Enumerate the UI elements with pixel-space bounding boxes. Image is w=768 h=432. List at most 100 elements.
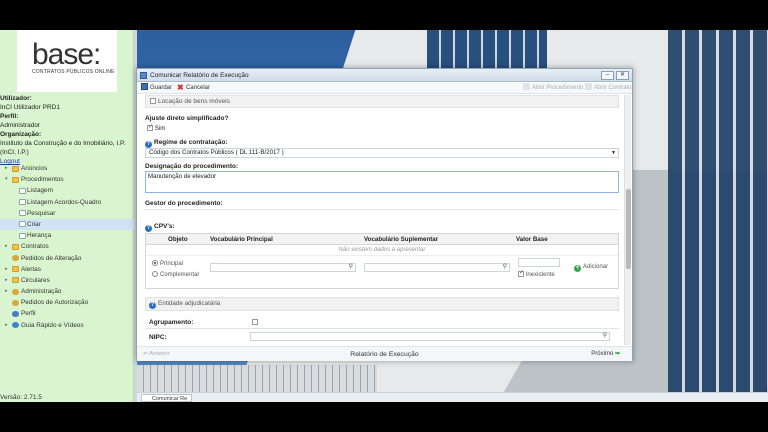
regime-select[interactable]: Código dos Contratos Públicos ( DL 111-B… (145, 148, 619, 158)
radio-principal[interactable]: Principal (152, 260, 183, 267)
expand-icon[interactable]: ▸ (5, 264, 8, 275)
step-title: Relatório de Execução (350, 351, 419, 358)
sidebar-item-pedidos-alteracao[interactable]: Pedidos de Alteração (0, 253, 134, 264)
sidebar-item-listagem-acordos[interactable]: Listagem Acordos-Quadro (0, 197, 134, 208)
dialog-title: Comunicar Relatório de Execução (150, 72, 249, 79)
minimize-button[interactable]: – (601, 71, 614, 80)
cpv-label-row: ? CPV's: (145, 223, 175, 232)
organization-label: Organização: (0, 131, 42, 138)
agrupamento-checkbox[interactable] (252, 319, 258, 325)
radio-complementar[interactable]: Complementar (152, 271, 199, 278)
designacao-value: Manutenção de elevador (148, 173, 217, 180)
next-button[interactable]: Próximo ➡ (591, 347, 620, 362)
search-icon[interactable]: ⚲ (503, 263, 507, 270)
sidebar-item-alertas[interactable]: ▸ Alertas (0, 264, 134, 275)
vocabulario-suplementar-input[interactable]: ⚲ (364, 263, 510, 272)
sidebar-item-perfil[interactable]: Perfil (0, 308, 134, 319)
app-frame: base: CONTRATOS PÚBLICOS ONLINE Utilizad… (0, 30, 768, 402)
regime-label: Regime de contratação: (154, 139, 228, 146)
scrollbar[interactable] (624, 95, 631, 345)
save-button[interactable]: Guardar (141, 83, 172, 94)
profile-label: Perfil: (0, 113, 19, 120)
arrow-right-icon: ➡ (614, 351, 620, 357)
plus-icon: + (574, 265, 581, 272)
key-icon (12, 255, 19, 261)
sidebar-item-pesquisar[interactable]: Pesquisar (0, 208, 134, 219)
sidebar-item-circulares[interactable]: ▸ Circulares (0, 275, 134, 286)
open-icon (523, 83, 530, 90)
sidebar-item-contratos[interactable]: ▸ Contratos (0, 241, 134, 252)
sidebar-item-label: Listagem (27, 187, 53, 195)
sidebar-item-label: Perfil (21, 310, 36, 318)
expand-icon[interactable]: ▸ (5, 163, 8, 174)
designacao-textarea[interactable]: Manutenção de elevador (145, 171, 619, 193)
gestor-field[interactable] (145, 209, 619, 210)
radio-complementar-icon[interactable] (152, 271, 158, 277)
search-icon[interactable]: ⚲ (349, 263, 353, 270)
regime-value: Código dos Contratos Públicos ( DL 111-B… (149, 149, 284, 156)
taskbar: Comunicar Re (137, 392, 768, 402)
logo-text: base: (32, 38, 101, 71)
inexistente-label: Inexistente (525, 272, 555, 278)
separator (145, 328, 619, 329)
sidebar-item-label: Pedidos de Autorização (21, 299, 89, 307)
cancel-label: Cancelar (186, 85, 211, 91)
key-icon (12, 299, 19, 306)
agrupamento-label: Agrupamento: (149, 319, 194, 326)
page-icon (19, 210, 26, 217)
add-label: Adicionar (583, 264, 609, 270)
open-procedure-button[interactable]: Abrir Procedimento (523, 83, 583, 94)
sidebar-item-administracao[interactable]: ▸ Administração (0, 286, 134, 297)
inexistente-checkbox[interactable] (518, 271, 524, 277)
sidebar-item-criar[interactable]: Criar (0, 218, 134, 231)
taskbar-item[interactable]: Comunicar Re (141, 394, 193, 402)
sidebar-item-guia[interactable]: ▸ Guia Rápido e Vídeos (0, 320, 134, 331)
nav-tree: ▸ Anúncios ▾ Procedimentos Listagem List… (0, 163, 134, 331)
sidebar-item-label: Listagem Acordos-Quadro (27, 198, 102, 206)
cancel-button[interactable]: ✖ Cancelar (177, 83, 210, 94)
expand-icon[interactable]: ▸ (5, 241, 8, 252)
add-cpv-button[interactable]: + Adicionar (574, 264, 608, 272)
dialog-content: Locação de bens móveis Ajuste direto sim… (137, 95, 632, 345)
close-button[interactable]: ✕ (616, 71, 629, 80)
profile-value: Administrador (0, 122, 41, 129)
open-contract-button[interactable]: Abrir Contrato (585, 83, 631, 94)
radio-principal-icon[interactable] (152, 260, 158, 266)
sidebar-item-heranca[interactable]: Herança (0, 230, 134, 241)
complementar-label: Complementar (160, 272, 200, 278)
sidebar-item-anuncios[interactable]: ▸ Anúncios (0, 163, 134, 174)
expand-icon[interactable]: ▸ (5, 286, 8, 297)
ajuste-sim: Sim (147, 125, 165, 132)
sidebar-item-listagem[interactable]: Listagem (0, 185, 134, 196)
expand-icon[interactable]: ▸ (5, 320, 8, 331)
open-contract-label: Abrir Contrato (594, 85, 632, 91)
floppy-icon (141, 83, 148, 90)
sidebar-item-procedimentos[interactable]: ▾ Procedimentos (0, 174, 134, 185)
scrollbar-thumb[interactable] (626, 189, 631, 269)
col-valor-base: Valor Base (516, 236, 548, 243)
entidade-label: Entidade adjudicatária (158, 300, 221, 307)
dialog-titlebar[interactable]: Comunicar Relatório de Execução – ✕ (137, 69, 632, 82)
locacao-row: Locação de bens móveis (145, 95, 619, 108)
folder-icon (12, 176, 19, 183)
user-label: Utilizador: (0, 95, 32, 102)
page-icon (19, 221, 26, 228)
cpv-label: CPV's: (154, 223, 175, 230)
sim-label: Sim (154, 125, 166, 132)
chevron-down-icon: ▼ (611, 150, 616, 156)
sidebar-item-label: Guia Rápido e Vídeos (21, 321, 84, 329)
valor-base-input[interactable] (518, 258, 560, 267)
locacao-checkbox[interactable] (150, 98, 156, 104)
nipc-input[interactable]: ⚲ (250, 332, 610, 341)
entidade-row: ? Entidade adjudicatária (145, 297, 619, 311)
collapse-icon[interactable]: ▾ (5, 174, 8, 185)
sim-checkbox[interactable] (147, 125, 153, 131)
search-icon[interactable]: ⚲ (603, 332, 607, 339)
next-label: Próximo (591, 351, 614, 357)
sidebar-item-pedidos-autorizacao[interactable]: Pedidos de Autorização (0, 297, 134, 308)
background-windows (668, 30, 768, 402)
vocabulario-principal-input[interactable]: ⚲ (210, 263, 356, 272)
open-procedure-label: Abrir Procedimento (532, 85, 584, 91)
expand-icon[interactable]: ▸ (5, 275, 8, 286)
sidebar-item-label: Procedimentos (21, 176, 64, 184)
